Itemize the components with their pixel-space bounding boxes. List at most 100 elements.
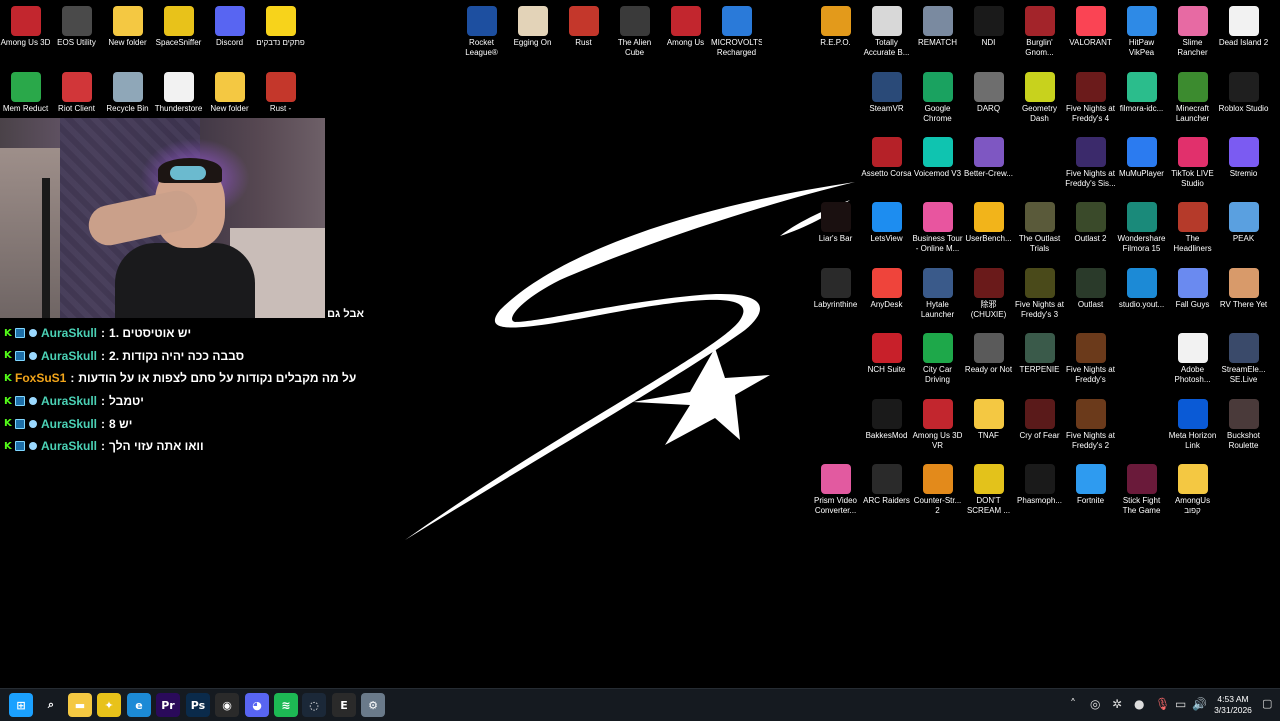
desktop-icon-file[interactable]: Adobe Photosh... bbox=[1167, 329, 1218, 393]
steam-icon[interactable]: ◌ bbox=[302, 693, 326, 717]
desktop-icon-arc-raiders[interactable]: ARC Raiders bbox=[861, 460, 912, 524]
spacesniffer-icon[interactable]: ✦ bbox=[97, 693, 121, 717]
desktop-icon-ndi[interactable]: NDI bbox=[963, 2, 1014, 66]
desktop-icon-alien-cube[interactable]: The Alien Cube bbox=[609, 2, 660, 66]
file-explorer-icon[interactable]: ▬ bbox=[68, 693, 92, 717]
desktop-icon-outlast-2[interactable]: Outlast 2 bbox=[1065, 198, 1116, 262]
desktop-icon-userbenchmark[interactable]: UserBench... bbox=[963, 198, 1014, 262]
desktop-icon-egg[interactable]: Egging On bbox=[507, 2, 558, 66]
desktop-icon-rocket-league[interactable]: Rocket League® bbox=[456, 2, 507, 66]
desktop-icon-better-crewlink[interactable]: Better-Crew... bbox=[963, 133, 1014, 197]
clock[interactable]: 4:53 AM 3/31/2026 bbox=[1208, 694, 1258, 716]
desktop-icon-slime-rancher[interactable]: Slime Rancher bbox=[1167, 2, 1218, 66]
desktop-icon-letsview[interactable]: LetsView bbox=[861, 198, 912, 262]
microphone-icon[interactable]: 🎙 bbox=[1155, 697, 1170, 711]
desktop-icon-chrome[interactable]: Google Chrome bbox=[912, 68, 963, 132]
desktop-icon-voicemod[interactable]: Voicemod V3 bbox=[912, 133, 963, 197]
desktop-icon-among-us-vr[interactable]: Among Us 3D VR bbox=[912, 395, 963, 459]
start-icon[interactable]: ⊞ bbox=[9, 693, 33, 717]
desktop-icon-discord[interactable]: Discord bbox=[204, 2, 255, 66]
desktop-icon-geometry-dash[interactable]: Geometry Dash bbox=[1014, 68, 1065, 132]
desktop-icon-stremio[interactable]: Stremio bbox=[1218, 133, 1269, 197]
desktop-icon-fall-guys[interactable]: Fall Guys bbox=[1167, 264, 1218, 328]
desktop-icon-label: Discord bbox=[215, 38, 244, 47]
desktop-icon-tiktok[interactable]: TikTok LIVE Studio bbox=[1167, 133, 1218, 197]
desktop-icon-fnaf[interactable]: Five Nights at Freddy's 4 bbox=[1065, 68, 1116, 132]
desktop-icon-anydesk[interactable]: AnyDesk bbox=[861, 264, 912, 328]
desktop-icon-meta[interactable]: Meta Horizon Link bbox=[1167, 395, 1218, 459]
desktop-icon-fnaf[interactable]: Five Nights at Freddy's bbox=[1065, 329, 1116, 393]
desktop-icon-file[interactable]: Dead Island 2 bbox=[1218, 2, 1269, 66]
bluetooth-icon[interactable]: ✲ bbox=[1112, 697, 1122, 711]
desktop-icon-bakkesmod[interactable]: BakkesMod bbox=[861, 395, 912, 459]
desktop-icon-rematch[interactable]: REMATCH bbox=[912, 2, 963, 66]
desktop-icon-folder[interactable]: TNAF bbox=[963, 395, 1014, 459]
settings-icon[interactable]: ⚙ bbox=[361, 693, 385, 717]
spotify-icon[interactable]: ≋ bbox=[274, 693, 298, 717]
desktop-icon-folder[interactable]: AmongUs קפוב bbox=[1167, 460, 1218, 524]
volume-icon[interactable]: 🔊 bbox=[1192, 697, 1207, 711]
desktop-icon-steamvr[interactable]: SteamVR bbox=[861, 68, 912, 132]
chevron-up-icon[interactable]: ˄ bbox=[1070, 697, 1076, 711]
desktop-icon-tabs[interactable]: Totally Accurate B... bbox=[861, 2, 912, 66]
desktop-icon-chuxie[interactable]: 除邪 (CHUXIE) bbox=[963, 264, 1014, 328]
desktop-icon-streamelements[interactable]: StreamEle... SE.Live bbox=[1218, 329, 1269, 393]
desktop-icon-rust[interactable]: Rust bbox=[558, 2, 609, 66]
desktop-icon-microvolts[interactable]: MICROVOLTS Recharged bbox=[711, 2, 762, 66]
desktop-icon-edge[interactable]: studio.yout... bbox=[1116, 264, 1167, 328]
desktop-icon-assetto-corsa[interactable]: Assetto Corsa bbox=[861, 133, 912, 197]
desktop-icon-fnaf-sister-location[interactable]: Five Nights at Freddy's Sis... bbox=[1065, 133, 1116, 197]
desktop-icon-business-tour[interactable]: Business Tour - Online M... bbox=[912, 198, 963, 262]
wifi-icon[interactable]: ▭ bbox=[1175, 697, 1186, 711]
desktop-icon-headliners[interactable]: The Headliners bbox=[1167, 198, 1218, 262]
photoshop-icon[interactable]: Ps bbox=[186, 693, 210, 717]
desktop-icon-cry-of-fear[interactable]: Cry of Fear bbox=[1014, 395, 1065, 459]
desktop-icon-outlast[interactable]: Outlast bbox=[1065, 264, 1116, 328]
desktop-icon-filmora[interactable]: Wondershare Filmora 15 bbox=[1116, 198, 1167, 262]
obs-icon[interactable]: ◉ bbox=[215, 693, 239, 717]
desktop-icon-roblox-studio[interactable]: Roblox Studio bbox=[1218, 68, 1269, 132]
desktop-icon-labyrinthine[interactable]: Labyrinthine bbox=[810, 264, 861, 328]
desktop-icon-eos-utility[interactable]: EOS Utility bbox=[51, 2, 102, 66]
desktop-icon-peak[interactable]: PEAK bbox=[1218, 198, 1269, 262]
shield-icon[interactable]: ◎ bbox=[1090, 697, 1100, 711]
desktop-icon-spacesniffer[interactable]: SpaceSniffer bbox=[153, 2, 204, 66]
desktop-icon-minecraft[interactable]: Minecraft Launcher bbox=[1167, 68, 1218, 132]
desktop-icon-cs2[interactable]: Counter-Str... 2 bbox=[912, 460, 963, 524]
desktop-icon-rv-there-yet[interactable]: RV There Yet bbox=[1218, 264, 1269, 328]
desktop-icon-burglin-gnomes[interactable]: Burglin' Gnom... bbox=[1014, 2, 1065, 66]
desktop-icon-folder[interactable]: New folder bbox=[102, 2, 153, 66]
desktop-icon-filmora[interactable]: filmora-idc... bbox=[1116, 68, 1167, 132]
desktop-icon-buckshot-roulette[interactable]: Buckshot Roulette bbox=[1218, 395, 1269, 459]
desktop-icon-prism[interactable]: Prism Video Converter... bbox=[810, 460, 861, 524]
desktop-icon-terpenie[interactable]: TERPENIE bbox=[1014, 329, 1065, 393]
desktop-icon-among-us[interactable]: Among Us bbox=[660, 2, 711, 66]
desktop-icon-city-car-driving[interactable]: City Car Driving bbox=[912, 329, 963, 393]
desktop-icon-fnaf-3[interactable]: Five Nights at Freddy's 3 bbox=[1014, 264, 1065, 328]
desktop-icon-mumuplayer[interactable]: MuMuPlayer bbox=[1116, 133, 1167, 197]
premiere-pro-icon[interactable]: Pr bbox=[156, 693, 180, 717]
desktop-icon-valorant[interactable]: VALORANT bbox=[1065, 2, 1116, 66]
edge-icon[interactable]: e bbox=[127, 693, 151, 717]
notification-icon[interactable]: ▢ bbox=[1262, 697, 1272, 710]
desktop-icon-ready-or-not[interactable]: Ready or Not bbox=[963, 329, 1014, 393]
desktop-icon-hytale[interactable]: Hytale Launcher bbox=[912, 264, 963, 328]
desktop-icon-hitpaw[interactable]: HitPaw VikPea bbox=[1116, 2, 1167, 66]
desktop-icon-fortnite[interactable]: Fortnite bbox=[1065, 460, 1116, 524]
desktop-icon-repo[interactable]: R.E.P.O. bbox=[810, 2, 861, 66]
desktop-icon-label: BakkesMod bbox=[865, 431, 908, 440]
desktop-icon-nch-suite[interactable]: NCH Suite bbox=[861, 329, 912, 393]
desktop-icon-darq[interactable]: DARQ bbox=[963, 68, 1014, 132]
desktop-icon-phasmophobia[interactable]: Phasmoph... bbox=[1014, 460, 1065, 524]
desktop-icon-dont-scream[interactable]: DON'T SCREAM ... bbox=[963, 460, 1014, 524]
desktop-icon-fnaf-2[interactable]: Five Nights at Freddy's 2 bbox=[1065, 395, 1116, 459]
network-tray-icon[interactable]: ● bbox=[1134, 697, 1144, 711]
search-icon[interactable]: ⌕ bbox=[39, 693, 63, 717]
epic-games-icon[interactable]: E bbox=[332, 693, 356, 717]
desktop-icon-sticky-notes[interactable]: פתקים נדבקים bbox=[255, 2, 306, 66]
desktop-icon-liars-bar[interactable]: Liar's Bar bbox=[810, 198, 861, 262]
desktop-icon-outlast-trials[interactable]: The Outlast Trials bbox=[1014, 198, 1065, 262]
desktop-icon-stick-fight[interactable]: Stick Fight The Game bbox=[1116, 460, 1167, 524]
discord-icon[interactable]: ◕ bbox=[245, 693, 269, 717]
desktop-icon-among-us-3d[interactable]: Among Us 3D bbox=[0, 2, 51, 66]
